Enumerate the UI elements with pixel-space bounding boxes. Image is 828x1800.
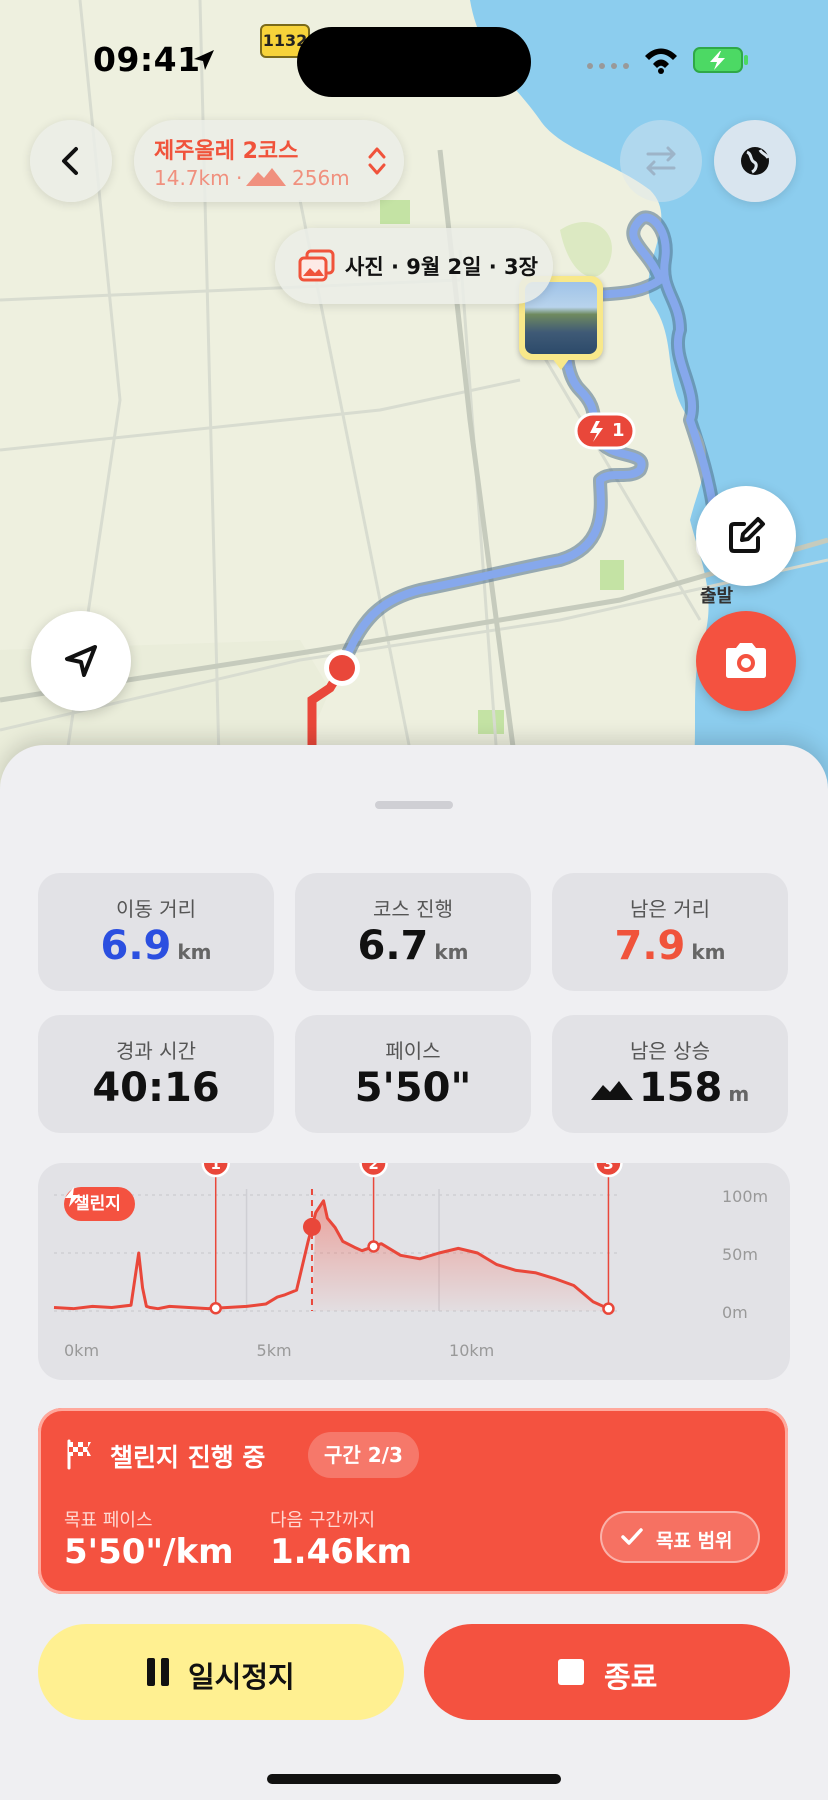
status-time: 09:41 — [93, 40, 201, 79]
back-button[interactable] — [30, 120, 112, 202]
lightning-icon — [65, 1187, 79, 1207]
next-segment-label: 다음 구간까지 — [270, 1510, 376, 1531]
stat-value: 5'50" — [354, 1065, 472, 1111]
chevron-left-icon — [62, 147, 78, 175]
course-distance: 14.7km · — [154, 166, 243, 190]
elevation-chart[interactable]: 100m 50m 0m 0km 5km 10km 1 2 3 챌린지 — [38, 1163, 790, 1380]
end-label: 종료 — [604, 1660, 658, 1694]
globe-icon — [741, 147, 770, 175]
challenge-badge-label: 챌린지 — [74, 1194, 121, 1214]
target-pace-value: 5'50"/km — [64, 1532, 234, 1572]
globe-button[interactable] — [714, 120, 796, 202]
sheet-grabber[interactable] — [375, 801, 453, 809]
x-tick-label: 0km — [64, 1341, 99, 1360]
mountain-icon — [590, 1081, 633, 1100]
wifi-icon — [645, 48, 677, 74]
stat-unit: km — [434, 940, 469, 964]
stat-label: 이동 거리 — [116, 897, 196, 921]
segment-marker-point — [367, 1240, 380, 1253]
y-tick-label: 50m — [722, 1245, 758, 1264]
swap-arrows-icon — [646, 146, 676, 176]
target-range-label: 목표 범위 — [656, 1530, 733, 1552]
stat-pace: 페이스 5'50" — [295, 1015, 531, 1133]
stat-value: 7.9 — [614, 923, 686, 969]
signal-icon — [587, 63, 629, 69]
stat-label: 코스 진행 — [373, 897, 453, 921]
segment-marker-point — [209, 1301, 222, 1315]
stop-icon — [558, 1659, 584, 1685]
stat-value-row: 6.7 km — [295, 923, 531, 969]
target-pace-label: 목표 페이스 — [64, 1510, 153, 1531]
course-title: 제주올레 2코스 — [154, 139, 299, 164]
segment-marker-point — [602, 1302, 615, 1315]
camera-button[interactable] — [696, 611, 796, 711]
battery-charging-icon — [693, 47, 748, 73]
segment-marker-label: 1 — [612, 420, 625, 441]
dynamic-island — [297, 27, 531, 97]
chevron-up-down-icon — [368, 147, 386, 175]
stat-distance-moved: 이동 거리 6.9 km — [38, 873, 274, 991]
x-tick-label: 5km — [257, 1341, 292, 1360]
course-elevation: 256m — [292, 166, 350, 190]
stat-value: 158 — [638, 1065, 723, 1111]
challenge-card[interactable]: 챌린지 진행 중 구간 2/3 목표 페이스 5'50"/km 다음 구간까지 … — [38, 1408, 788, 1594]
stat-value-row: 7.9 km — [552, 923, 788, 969]
course-selector[interactable]: 제주올레 2코스 14.7km · 256m — [134, 120, 404, 202]
x-tick-label: 10km — [449, 1341, 494, 1360]
edit-note-button[interactable] — [696, 486, 796, 586]
pause-label: 일시정지 — [188, 1660, 295, 1694]
stat-value: 6.9 — [100, 923, 172, 969]
locate-me-button[interactable] — [31, 611, 131, 711]
swap-direction-button[interactable] — [620, 120, 702, 202]
segment-marker-number: 1 — [210, 1163, 220, 1173]
segment-pill-label: 구간 2/3 — [324, 1443, 403, 1467]
stat-value: 6.7 — [357, 923, 429, 969]
stat-elapsed-time: 경과 시간 40:16 — [38, 1015, 274, 1133]
segment-marker-number: 3 — [603, 1163, 613, 1173]
stat-remaining-ascent: 남은 상승 158 m — [552, 1015, 788, 1133]
stat-label: 경과 시간 — [116, 1039, 196, 1063]
checkmark-icon — [621, 1528, 643, 1545]
stat-course-progress: 코스 진행 6.7 km — [295, 873, 531, 991]
photos-icon — [298, 249, 335, 282]
challenge-badge: 챌린지 — [64, 1187, 135, 1221]
y-tick-label: 100m — [722, 1187, 768, 1206]
pause-icon — [147, 1658, 169, 1686]
current-position-dot — [302, 1217, 321, 1236]
stat-value-row: 158 m — [552, 1065, 788, 1111]
segment-pill: 구간 2/3 — [308, 1432, 419, 1478]
stat-label: 페이스 — [385, 1039, 441, 1063]
checkered-flag-icon — [67, 1439, 91, 1470]
challenge-title: 챌린지 진행 중 — [110, 1443, 266, 1472]
segment-marker — [574, 412, 636, 450]
elevation-area — [311, 1200, 609, 1311]
stat-unit: km — [177, 940, 212, 964]
y-tick-label: 0m — [722, 1303, 748, 1322]
home-indicator — [267, 1774, 561, 1784]
pause-button[interactable]: 일시정지 — [38, 1624, 404, 1720]
status-bar: 09:41 — [0, 0, 828, 120]
stat-label: 남은 상승 — [630, 1039, 710, 1063]
photo-bubble-label: 사진 · 9월 2일 · 3장 — [345, 255, 538, 279]
stat-value-row: 6.9 km — [38, 923, 274, 969]
stat-label: 남은 거리 — [630, 897, 710, 921]
next-segment-value: 1.46km — [270, 1532, 412, 1572]
stat-unit: m — [728, 1082, 750, 1106]
stat-remaining-distance: 남은 거리 7.9 km — [552, 873, 788, 991]
elevation-chart-canvas: 100m 50m 0m 0km 5km 10km 1 2 3 — [53, 1163, 768, 1360]
pencil-square-icon — [729, 517, 765, 553]
stat-value: 40:16 — [92, 1065, 220, 1111]
end-button[interactable]: 종료 — [424, 1624, 790, 1720]
segment-marker-number: 2 — [368, 1163, 378, 1173]
camera-icon — [726, 643, 766, 678]
photo-bubble[interactable]: 사진 · 9월 2일 · 3장 — [275, 228, 553, 304]
mountain-icon — [246, 168, 286, 186]
stat-unit: km — [691, 940, 726, 964]
target-range-status: 목표 범위 — [600, 1511, 760, 1563]
navigation-arrow-icon — [65, 645, 97, 677]
location-arrow-icon — [194, 50, 214, 70]
